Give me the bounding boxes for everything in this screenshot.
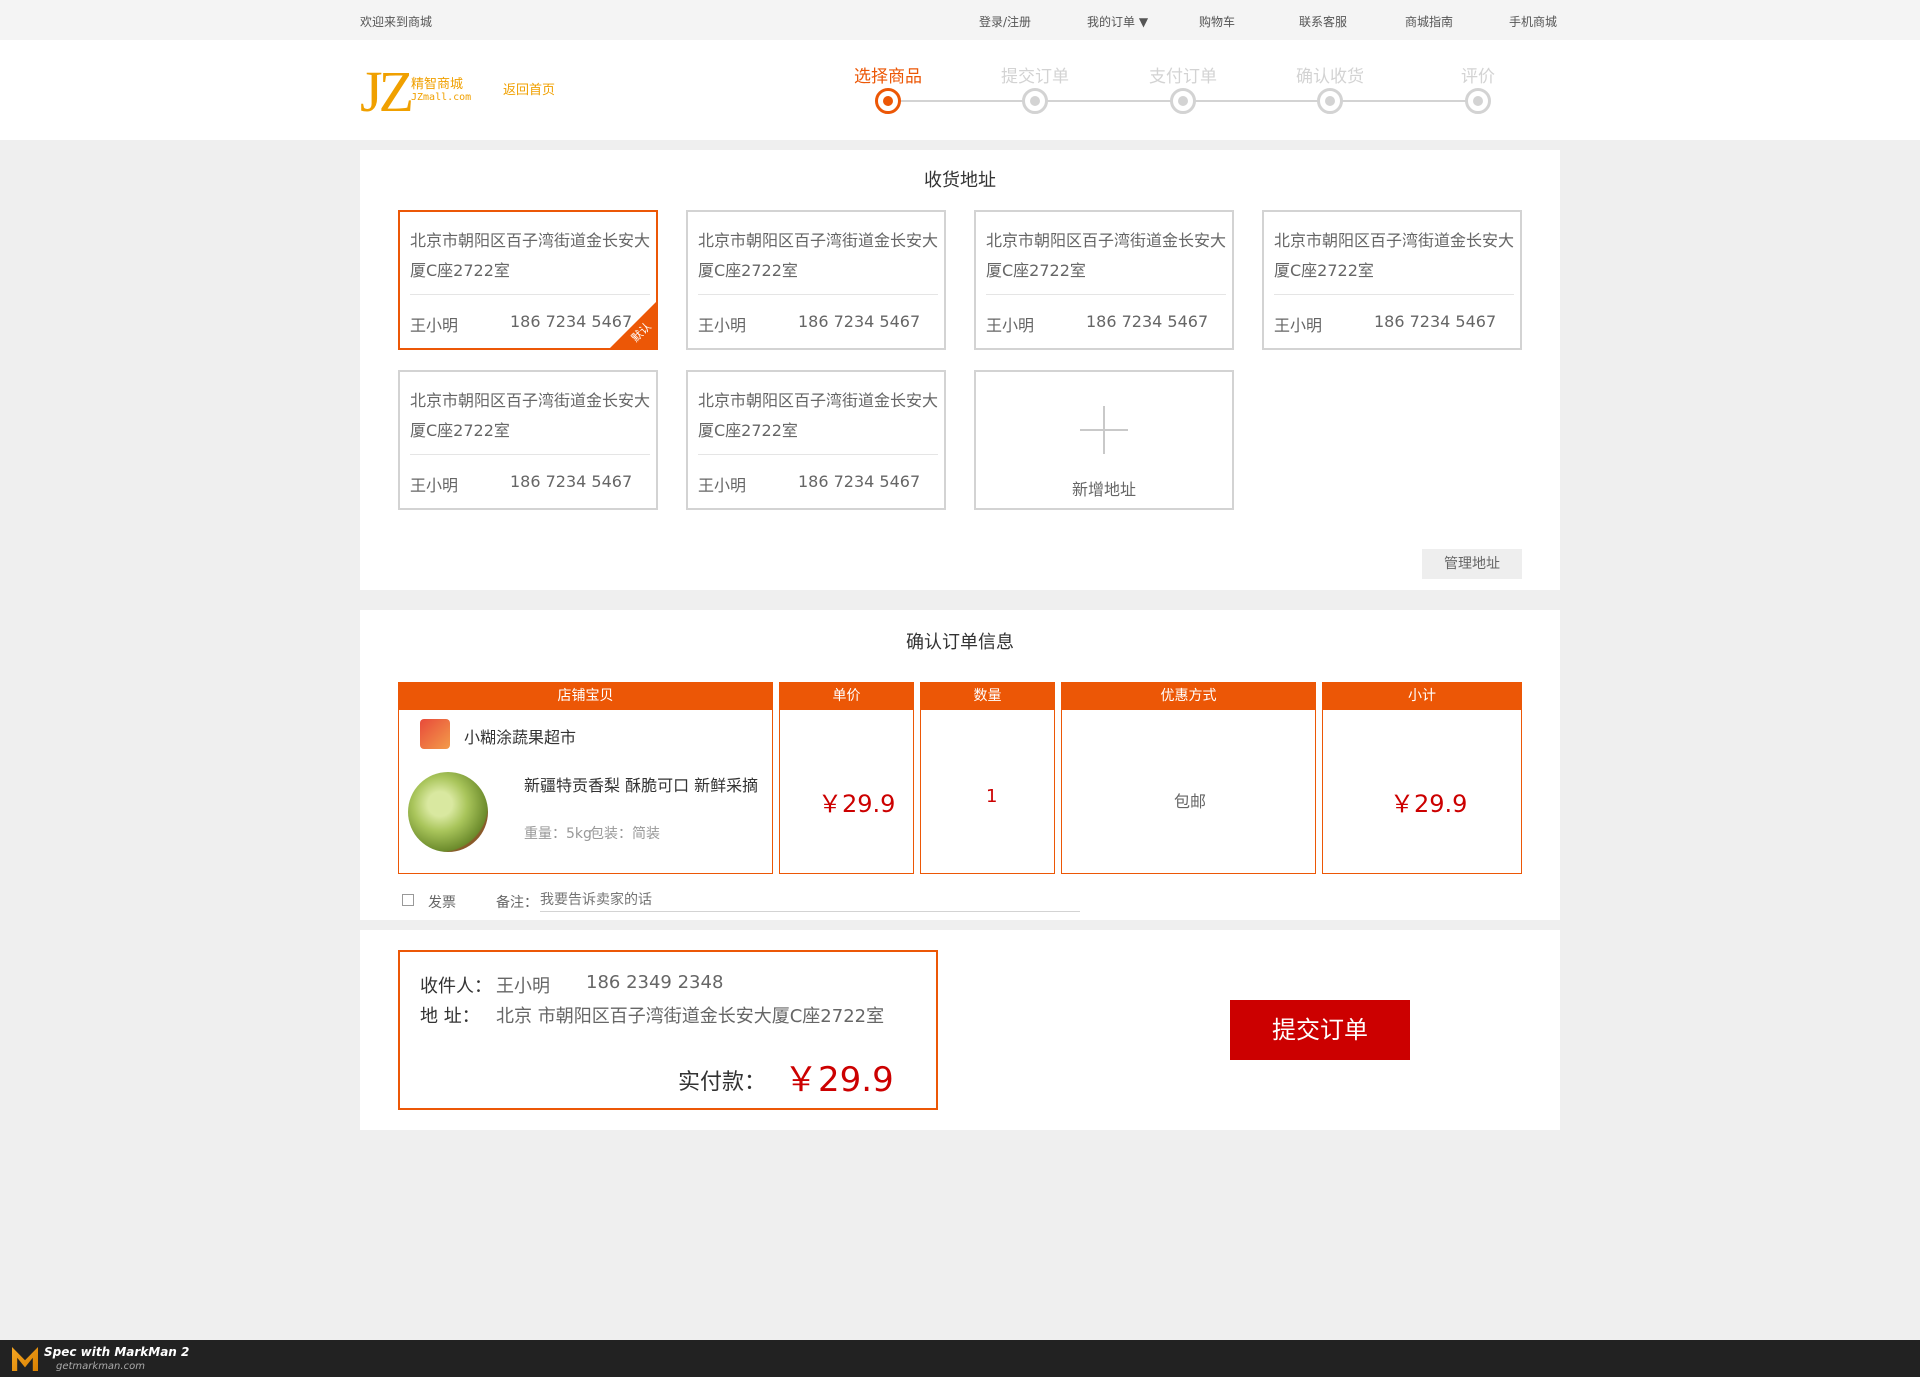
step-label-confirm: 确认收货 — [1296, 67, 1364, 87]
logo-mark[interactable]: JZ — [360, 62, 414, 122]
step-label-submit: 提交订单 — [1001, 67, 1069, 87]
my-orders-menu[interactable]: 我的订单 ▼ — [1087, 13, 1148, 30]
pay-label: 实付款： — [678, 1070, 767, 1095]
step-label-pay: 支付订单 — [1149, 67, 1217, 87]
address-card[interactable]: 北京市朝阳区百子湾街道金长安大厦C座2722室 王小明 186 7234 546… — [398, 370, 658, 510]
mobile-mall-link[interactable]: 手机商城 — [1509, 13, 1557, 30]
step-dot-submit — [1022, 88, 1048, 114]
plus-icon — [1103, 406, 1105, 454]
divider — [698, 454, 938, 455]
address-section-title: 收货地址 — [924, 170, 996, 191]
address-phone: 186 7234 5467 — [798, 472, 921, 491]
divider — [1274, 294, 1514, 295]
footer-brand: Spec with MarkMan 2 — [44, 1345, 190, 1359]
step-dot-select — [875, 88, 901, 114]
address-name: 王小明 — [698, 476, 747, 495]
address-name: 王小明 — [1274, 316, 1323, 335]
logo-name: 精智商城 — [411, 77, 464, 92]
invoice-label: 发票 — [428, 895, 456, 911]
address-phone: 186 7234 5467 — [1086, 312, 1209, 331]
receiver-label: 收件人： — [420, 976, 492, 997]
unit-price: ￥29.9 — [818, 790, 896, 818]
address-name: 王小明 — [410, 476, 459, 495]
add-address-card[interactable]: 新增地址 — [974, 370, 1234, 510]
summary-box: 收件人： 王小明 186 2349 2348 地 址： 北京 市朝阳区百子湾街道… — [398, 950, 938, 1110]
product-weight: 重量：5kg — [524, 826, 592, 842]
step-label-review: 评价 — [1461, 67, 1495, 87]
step-dot-confirm — [1317, 88, 1343, 114]
address-name: 王小明 — [986, 316, 1035, 335]
summary-address: 北京 市朝阳区百子湾街道金长安大厦C座2722室 — [496, 1006, 885, 1027]
address-text: 北京市朝阳区百子湾街道金长安大厦C座2722室 — [986, 231, 1227, 280]
address-card[interactable]: 北京市朝阳区百子湾街道金长安大厦C座2722室 王小明 186 7234 546… — [1262, 210, 1522, 350]
add-address-label: 新增地址 — [1071, 480, 1136, 499]
address-name: 王小明 — [698, 316, 747, 335]
step-dot-review — [1465, 88, 1491, 114]
pay-amount: ￥29.9 — [784, 1060, 894, 1100]
address-card[interactable]: 北京市朝阳区百子湾街道金长安大厦C座2722室 王小明 186 7234 546… — [398, 210, 658, 350]
address-text: 北京市朝阳区百子湾街道金长安大厦C座2722室 — [698, 391, 939, 440]
divider — [698, 294, 938, 295]
header: JZ 精智商城 JZmall.com 返回首页 选择商品 提交订单 支付订单 确… — [0, 40, 1920, 140]
submit-order-button[interactable]: 提交订单 — [1230, 1000, 1410, 1060]
header-subtotal: 小计 — [1322, 682, 1522, 710]
step-dot-pay — [1170, 88, 1196, 114]
header-discount: 优惠方式 — [1061, 682, 1316, 710]
header-shop-items: 店铺宝贝 — [398, 682, 773, 710]
remark-input[interactable] — [540, 888, 1080, 912]
address-text: 北京市朝阳区百子湾街道金长安大厦C座2722室 — [1274, 231, 1515, 280]
address-text: 北京市朝阳区百子湾街道金长安大厦C座2722室 — [698, 231, 939, 280]
header-quantity: 数量 — [920, 682, 1055, 710]
shop-name[interactable]: 小糊涂蔬果超市 — [464, 724, 576, 748]
product-name[interactable]: 新疆特贡香梨 酥脆可口 新鲜采摘 — [524, 772, 758, 796]
address-card[interactable]: 北京市朝阳区百子湾街道金长安大厦C座2722室 王小明 186 7234 546… — [686, 210, 946, 350]
address-phone: 186 7234 5467 — [1374, 312, 1497, 331]
back-home-link[interactable]: 返回首页 — [503, 79, 555, 98]
divider — [410, 454, 650, 455]
guide-link[interactable]: 商城指南 — [1405, 13, 1453, 30]
address-phone: 186 7234 5467 — [798, 312, 921, 331]
address-card[interactable]: 北京市朝阳区百子湾街道金长安大厦C座2722室 王小明 186 7234 546… — [686, 370, 946, 510]
manage-address-button[interactable]: 管理地址 — [1422, 549, 1522, 579]
welcome-text: 欢迎来到商城 — [360, 15, 433, 29]
order-section-title: 确认订单信息 — [906, 632, 1014, 653]
address-text: 北京市朝阳区百子湾街道金长安大厦C座2722室 — [410, 391, 651, 440]
address-text: 北京市朝阳区百子湾街道金长安大厦C座2722室 — [410, 231, 651, 280]
subtotal-value: ￥29.9 — [1390, 790, 1468, 818]
quantity-value: 1 — [986, 786, 998, 807]
shipping-method: 包邮 — [1174, 792, 1207, 811]
markman-logo-icon — [12, 1347, 38, 1371]
divider — [410, 294, 650, 295]
address-phone: 186 7234 5467 — [510, 472, 633, 491]
header-unit-price: 单价 — [779, 682, 914, 710]
cart-link[interactable]: 购物车 — [1199, 13, 1235, 30]
address-name: 王小明 — [410, 316, 459, 335]
top-bar: 欢迎来到商城 登录/注册 我的订单 ▼ 购物车 联系客服 商城指南 手机商城 — [0, 0, 1920, 40]
login-register-link[interactable]: 登录/注册 — [979, 13, 1031, 30]
customer-service-link[interactable]: 联系客服 — [1299, 13, 1347, 30]
product-packaging: 包装：简装 — [590, 826, 660, 842]
footer: Spec with MarkMan 2 getmarkman.com — [0, 1340, 1920, 1377]
step-label-select: 选择商品 — [854, 67, 922, 87]
address-card[interactable]: 北京市朝阳区百子湾街道金长安大厦C座2722室 王小明 186 7234 546… — [974, 210, 1234, 350]
logo-url: JZmall.com — [411, 92, 472, 103]
remark-label: 备注： — [496, 895, 538, 911]
summary-address-label: 地 址： — [420, 1006, 480, 1027]
footer-site[interactable]: getmarkman.com — [56, 1361, 145, 1372]
receiver-phone: 186 2349 2348 — [586, 972, 724, 993]
shop-icon — [420, 719, 450, 749]
invoice-checkbox[interactable] — [402, 894, 414, 906]
receiver-name: 王小明 — [496, 976, 550, 997]
product-image[interactable] — [408, 772, 488, 852]
divider — [986, 294, 1226, 295]
